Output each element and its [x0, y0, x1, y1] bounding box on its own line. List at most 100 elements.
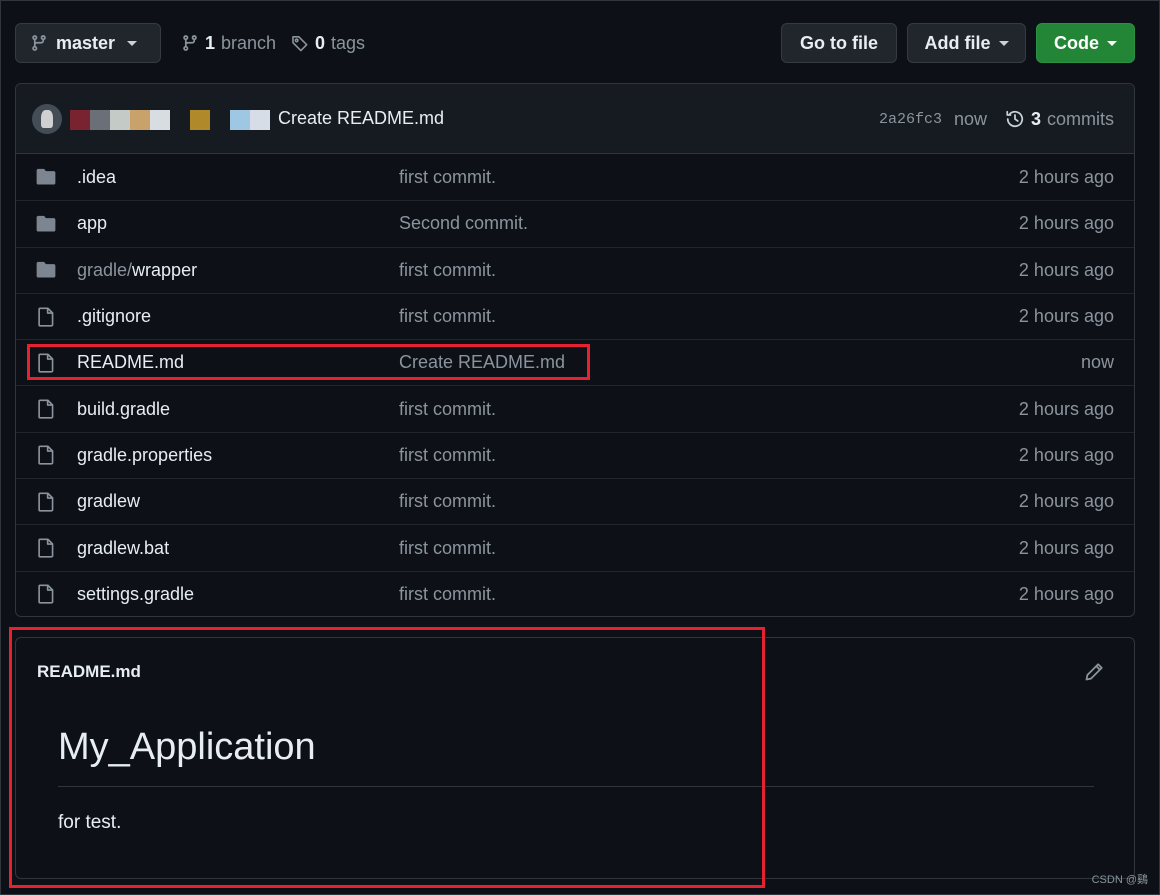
file-commit-age: 2 hours ago	[1018, 491, 1114, 512]
file-name[interactable]: gradlew.bat	[77, 538, 169, 559]
file-name[interactable]: gradle/wrapper	[77, 260, 197, 281]
file-name[interactable]: app	[77, 213, 107, 234]
file-icon	[38, 538, 54, 558]
folder-icon	[36, 215, 56, 232]
file-name-text: gradle.properties	[77, 444, 213, 465]
file-icon	[38, 584, 54, 604]
chevron-down-icon	[998, 40, 1009, 46]
branch-select-button[interactable]: master	[15, 23, 161, 63]
tag-icon	[292, 36, 308, 52]
file-row[interactable]: gradle/wrapper first commit. 2 hours ago	[16, 246, 1134, 293]
file-commit-message[interactable]: Create README.md	[399, 352, 565, 373]
readme-body: for test.	[58, 812, 122, 833]
file-row[interactable]: build.gradle first commit. 2 hours ago	[16, 385, 1134, 431]
file-commit-age: now	[1080, 352, 1114, 373]
file-icon	[38, 353, 54, 373]
file-icon	[38, 306, 54, 327]
file-row[interactable]: gradlew first commit. 2 hours ago	[16, 478, 1134, 524]
repo-toolbar: master 1 branch 0 tags Go to file Add fi…	[15, 23, 1135, 63]
file-commit-message[interactable]: first commit.	[399, 167, 496, 188]
file-commit-age: 2 hours ago	[1018, 583, 1114, 604]
code-button[interactable]: Code	[1036, 23, 1135, 63]
file-name[interactable]: .idea	[77, 167, 116, 188]
file-row[interactable]: gradlew.bat first commit. 2 hours ago	[16, 524, 1134, 570]
tags-link[interactable]: 0 tags	[291, 23, 365, 63]
add-file-label: Add file	[924, 32, 991, 53]
file-name[interactable]: gradlew	[77, 491, 140, 512]
file-icon	[38, 492, 54, 512]
file-name-prefix: gradle/	[77, 259, 133, 280]
watermark: CSDN @鷄	[1091, 874, 1148, 886]
file-commit-age: 2 hours ago	[1018, 166, 1114, 187]
commit-info: 2a26fc3 now 3 commits	[879, 84, 1114, 154]
folder-icon	[36, 169, 56, 185]
file-name-text: wrapper	[132, 259, 198, 280]
branch-name: master	[56, 32, 116, 53]
file-commit-age: 2 hours ago	[1018, 306, 1114, 327]
file-commit-message[interactable]: first commit.	[399, 260, 496, 281]
file-row[interactable]: .idea first commit. 2 hours ago	[16, 154, 1134, 200]
file-list: .idea first commit. 2 hours ago app Second c…	[16, 154, 1134, 616]
file-row[interactable]: settings.gradle first commit. 2 hours ago	[16, 570, 1134, 616]
branches-link[interactable]: 1 branch	[181, 23, 276, 63]
file-row[interactable]: README.md Create README.md now	[16, 339, 1134, 385]
tag-count: 0	[315, 32, 326, 53]
file-name-text: settings.gradle	[77, 583, 195, 604]
file-commit-message[interactable]: first commit.	[399, 445, 496, 466]
file-name-text: build.gradle	[77, 398, 171, 419]
file-name[interactable]: settings.gradle	[77, 584, 194, 605]
folder-icon	[36, 262, 56, 278]
file-name[interactable]: gradle.properties	[77, 445, 212, 466]
go-to-file-label: Go to file	[800, 32, 878, 53]
file-name-text: README.md	[77, 352, 185, 373]
go-to-file-button[interactable]: Go to file	[781, 23, 897, 63]
chevron-down-icon	[1107, 40, 1117, 46]
file-name[interactable]: README.md	[77, 352, 184, 373]
file-row[interactable]: gradle.properties first commit. 2 hours ag…	[16, 431, 1134, 478]
file-row[interactable]: app Second commit. 2 hours ago	[16, 200, 1134, 246]
file-commit-age: 2 hours ago	[1018, 444, 1114, 465]
add-file-button[interactable]: Add file	[907, 23, 1026, 63]
commit-sha[interactable]: 2a26fc3	[879, 111, 942, 128]
file-browser: Create README.md 2a26fc3 now 3 commits .…	[15, 83, 1135, 617]
file-name-text: app	[77, 213, 108, 234]
file-icon	[38, 399, 54, 419]
heading-divider	[58, 786, 1094, 787]
file-commit-age: 2 hours ago	[1018, 213, 1114, 234]
file-icon	[38, 445, 54, 465]
file-commit-message[interactable]: first commit.	[399, 584, 496, 605]
commit-count: 3	[1030, 108, 1041, 129]
git-branch-icon	[32, 35, 46, 51]
file-name-text: .gitignore	[77, 306, 152, 327]
file-commit-age: 2 hours ago	[1018, 398, 1114, 419]
commit-time: now	[953, 108, 987, 129]
readme-heading: My_Application	[58, 726, 316, 768]
file-commit-message[interactable]: first commit.	[399, 306, 496, 327]
latest-commit-message[interactable]: Create README.md	[278, 108, 444, 129]
file-commit-message[interactable]: first commit.	[399, 491, 496, 512]
file-commit-message[interactable]: Second commit.	[399, 213, 528, 234]
tag-label: tags	[331, 32, 366, 53]
history-icon	[1006, 110, 1024, 128]
file-name[interactable]: build.gradle	[77, 399, 170, 420]
commits-history-link[interactable]: 3 commits	[1005, 109, 1114, 130]
file-name[interactable]: .gitignore	[77, 306, 151, 327]
branch-label: branch	[221, 32, 277, 53]
pencil-icon[interactable]	[1084, 662, 1104, 682]
file-name-text: .idea	[77, 166, 117, 187]
file-commit-age: 2 hours ago	[1018, 537, 1114, 558]
avatar[interactable]	[32, 104, 62, 134]
commits-label: commits	[1047, 108, 1114, 129]
file-name-text: gradlew.bat	[77, 537, 170, 558]
file-name-text: gradlew	[77, 491, 141, 512]
latest-commit-header: Create README.md 2a26fc3 now 3 commits	[16, 84, 1134, 154]
file-commit-message[interactable]: first commit.	[399, 538, 496, 559]
readme-filename[interactable]: README.md	[37, 662, 141, 682]
branch-count: 1	[205, 32, 216, 53]
file-commit-age: 2 hours ago	[1018, 259, 1114, 280]
git-branch-icon	[183, 35, 197, 51]
code-label: Code	[1054, 32, 1099, 53]
file-commit-message[interactable]: first commit.	[399, 399, 496, 420]
file-row[interactable]: .gitignore first commit. 2 hours ago	[16, 292, 1134, 339]
chevron-down-icon	[127, 40, 138, 46]
